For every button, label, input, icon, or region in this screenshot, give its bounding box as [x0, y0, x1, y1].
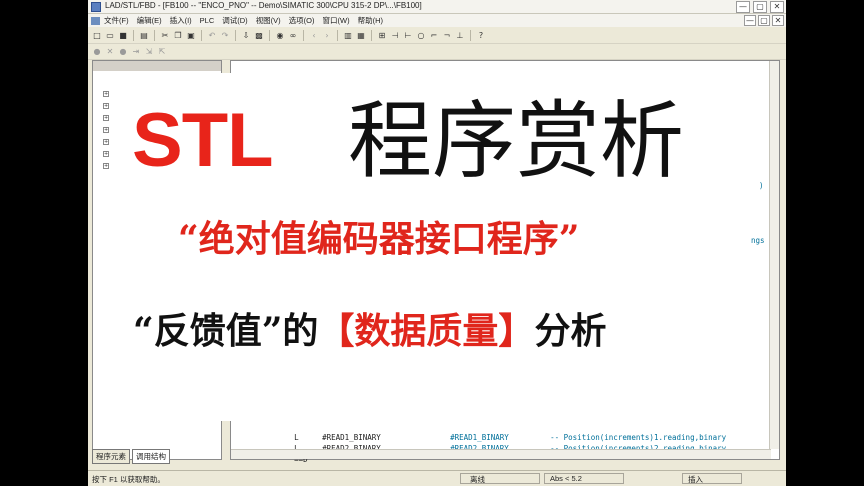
- status-insert-mode: 插入: [688, 475, 703, 484]
- code-fragment: ): [759, 181, 764, 190]
- title-card-overlay: STL 程序赏析 “绝对值编码器接口程序” “反馈值”的【数据质量】分析: [118, 73, 733, 421]
- vertical-scrollbar[interactable]: [769, 61, 779, 449]
- step-icon[interactable]: ●: [118, 47, 128, 57]
- toolbar-separator: [201, 30, 202, 41]
- maximize-button[interactable]: ▢: [753, 1, 767, 13]
- help-icon[interactable]: ?: [476, 31, 486, 41]
- network-icon[interactable]: ⊞: [377, 31, 387, 41]
- tool-icon[interactable]: ✕: [105, 47, 115, 57]
- new-icon[interactable]: □: [92, 31, 102, 41]
- app-icon: [91, 2, 101, 12]
- menu-insert[interactable]: 插入(I): [170, 15, 192, 26]
- coil-icon[interactable]: ○: [416, 31, 426, 41]
- toolbar-separator: [154, 30, 155, 41]
- expand-icon[interactable]: +: [103, 115, 109, 121]
- tab-call-structure[interactable]: 调用结构: [132, 449, 170, 464]
- overlay-line3-b: 【数据质量】: [318, 310, 535, 352]
- document-icon[interactable]: [91, 16, 100, 25]
- plc-icon[interactable]: ▩: [254, 31, 264, 41]
- overview-icon[interactable]: ▥: [343, 31, 353, 41]
- tree-node[interactable]: +: [103, 161, 111, 169]
- status-hint: 按下 F1 以获取帮助。: [92, 475, 165, 484]
- overlay-line3-c: 分析: [534, 310, 607, 352]
- tree-node[interactable]: +: [103, 89, 111, 97]
- doc-minimize-button[interactable]: —: [744, 15, 756, 26]
- step-out-icon[interactable]: ⇱: [157, 47, 167, 57]
- tree-node[interactable]: +: [103, 125, 111, 133]
- panel-tabs: 程序元素 调用结构: [92, 449, 170, 464]
- toolbar-separator: [133, 30, 134, 41]
- toolbar-separator: [371, 30, 372, 41]
- overlay-title-en: STL: [132, 98, 274, 183]
- tree-node[interactable]: +: [103, 137, 111, 145]
- menu-plc[interactable]: PLC: [200, 16, 215, 25]
- title-bar: LAD/STL/FBD - [FB100 -- "ENCO_PNO" -- De…: [88, 0, 786, 14]
- cut-icon[interactable]: ✂: [160, 31, 170, 41]
- expand-icon[interactable]: +: [103, 151, 109, 157]
- overlay-title-cn: 程序赏析: [348, 92, 685, 190]
- step-over-icon[interactable]: ⇥: [131, 47, 141, 57]
- expand-icon[interactable]: +: [103, 127, 109, 133]
- status-abs: Abs < 5.2: [550, 474, 582, 483]
- menu-window[interactable]: 窗口(W): [323, 15, 350, 26]
- toolbar-separator: [303, 30, 304, 41]
- contact-nc-icon[interactable]: ⊢: [403, 31, 413, 41]
- monitor-icon[interactable]: ◉: [275, 31, 285, 41]
- glasses-icon[interactable]: ∞: [288, 31, 298, 41]
- menu-file[interactable]: 文件(F): [104, 15, 129, 26]
- doc-restore-button[interactable]: ▢: [758, 15, 770, 26]
- panel-header: [93, 61, 221, 71]
- overlay-line3: “反馈值”的【数据质量】分析: [133, 313, 606, 349]
- menu-options[interactable]: 选项(O): [289, 15, 315, 26]
- contact-no-icon[interactable]: ⊣: [390, 31, 400, 41]
- download-icon[interactable]: ⇩: [241, 31, 251, 41]
- toolbar-separator: [337, 30, 338, 41]
- expand-icon[interactable]: +: [103, 103, 109, 109]
- tree-node[interactable]: +: [103, 101, 111, 109]
- step-into-icon[interactable]: ⇲: [144, 47, 154, 57]
- breakpoint-icon[interactable]: ●: [92, 47, 102, 57]
- expand-icon[interactable]: +: [103, 91, 109, 97]
- save-icon[interactable]: ■: [118, 31, 128, 41]
- prev-network-icon[interactable]: ‹: [309, 31, 319, 41]
- overlay-line3-a: “反馈值”的: [133, 310, 319, 352]
- menu-edit[interactable]: 编辑(E): [137, 15, 162, 26]
- toolbar-separator: [470, 30, 471, 41]
- branch-icon[interactable]: ⊥: [455, 31, 465, 41]
- expand-icon[interactable]: +: [103, 139, 109, 145]
- next-network-icon[interactable]: ›: [322, 31, 332, 41]
- menu-view[interactable]: 视图(V): [256, 15, 281, 26]
- tree-node[interactable]: +: [103, 149, 111, 157]
- copy-icon[interactable]: ❐: [173, 31, 183, 41]
- redo-icon[interactable]: ↷: [220, 31, 230, 41]
- branch-close-icon[interactable]: ¬: [442, 31, 452, 41]
- doc-close-button[interactable]: ✕: [772, 15, 784, 26]
- toolbar-separator: [235, 30, 236, 41]
- menu-help[interactable]: 帮助(H): [358, 15, 383, 26]
- paste-icon[interactable]: ▣: [186, 31, 196, 41]
- close-button[interactable]: ✕: [770, 1, 784, 13]
- horizontal-scrollbar[interactable]: [231, 449, 771, 459]
- minimize-button[interactable]: —: [736, 1, 750, 13]
- overlay-subtitle: “绝对值编码器接口程序”: [178, 218, 580, 260]
- tree-node[interactable]: +: [103, 113, 111, 121]
- status-mode: 离线: [470, 475, 485, 484]
- tab-program-elements[interactable]: 程序元素: [92, 449, 130, 464]
- window-title: LAD/STL/FBD - [FB100 -- "ENCO_PNO" -- De…: [105, 1, 422, 10]
- main-toolbar: □ ▭ ■ ▤ ✂ ❐ ▣ ↶ ↷ ⇩ ▩ ◉ ∞ ‹ › ▥ ▦ ⊞ ⊣ ⊢ …: [88, 28, 786, 44]
- print-icon[interactable]: ▤: [139, 31, 149, 41]
- status-bar: 按下 F1 以获取帮助。 离线 Abs < 5.2 插入: [88, 470, 786, 486]
- undo-icon[interactable]: ↶: [207, 31, 217, 41]
- open-icon[interactable]: ▭: [105, 31, 115, 41]
- secondary-toolbar: ● ✕ ● ⇥ ⇲ ⇱: [88, 44, 786, 60]
- menu-bar: 文件(F) 编辑(E) 插入(I) PLC 调试(D) 视图(V) 选项(O) …: [88, 14, 786, 27]
- expand-icon[interactable]: +: [103, 163, 109, 169]
- menu-debug[interactable]: 调试(D): [222, 15, 247, 26]
- code-fragment: ngs: [751, 236, 765, 245]
- detail-icon[interactable]: ▦: [356, 31, 366, 41]
- toolbar-separator: [269, 30, 270, 41]
- branch-open-icon[interactable]: ⌐: [429, 31, 439, 41]
